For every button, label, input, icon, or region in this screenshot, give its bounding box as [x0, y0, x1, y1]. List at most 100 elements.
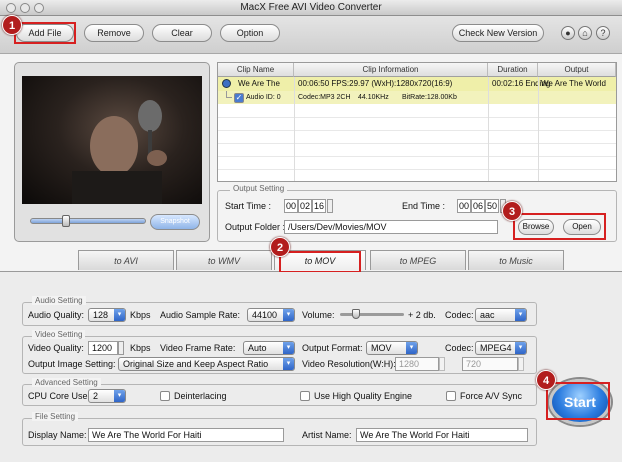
column-divider	[294, 77, 295, 181]
end-time-minutes[interactable]: 06	[471, 199, 485, 213]
help-icon[interactable]: ?	[596, 26, 610, 40]
display-name-field[interactable]: We Are The World For Haiti	[88, 428, 284, 442]
tree-line-icon	[226, 91, 232, 98]
minimize-window-button[interactable]	[20, 3, 30, 13]
file-setting-legend: File Setting	[32, 412, 79, 421]
video-frame-rate-label: Video Frame Rate:	[160, 343, 236, 353]
column-divider	[538, 77, 539, 181]
resolution-width-field[interactable]: 1280	[395, 357, 439, 371]
tab-to-music[interactable]: to Music	[468, 250, 564, 270]
audio-sample-rate-select[interactable]: 44100 ▾	[247, 308, 295, 322]
preview-seek-slider[interactable]	[30, 218, 146, 224]
column-header-clip-information[interactable]: Clip Information	[294, 63, 488, 77]
advanced-setting-legend: Advanced Setting	[32, 378, 101, 387]
audio-rate: 44.10KHz	[358, 94, 389, 101]
clear-button[interactable]: Clear	[152, 24, 212, 42]
performer-image	[72, 100, 167, 211]
output-folder-label: Output Folder :	[225, 222, 286, 232]
volume-value: + 2 db.	[408, 310, 436, 320]
force-av-sync-label: Force A/V Sync	[460, 391, 523, 401]
audio-quality-value: 128	[93, 310, 109, 320]
step-badge-3: 3	[502, 201, 522, 221]
resolution-height-field[interactable]: 720	[462, 357, 518, 371]
highlight-box-browse-open	[513, 213, 606, 240]
video-codec-label: Codec:	[445, 343, 474, 353]
video-quality-field[interactable]: 1200	[88, 341, 118, 355]
column-header-clip-name[interactable]: Clip Name	[218, 63, 294, 77]
audio-codec-label: Codec:	[445, 310, 474, 320]
video-resolution-label: Video Resolution(W:H):	[302, 359, 396, 369]
video-preview	[22, 76, 202, 211]
tab-to-mpeg[interactable]: to MPEG	[370, 250, 466, 270]
audio-codec-select[interactable]: aac ▾	[475, 308, 527, 322]
high-quality-engine-checkbox[interactable]	[300, 391, 310, 401]
column-header-duration[interactable]: Duration	[488, 63, 538, 77]
home-icon[interactable]: ⌂	[578, 26, 592, 40]
cpu-core-use-label: CPU Core Use:	[28, 391, 91, 401]
video-quality-label: Video Quality:	[28, 343, 84, 353]
video-codec-select[interactable]: MPEG4 ▾	[475, 341, 527, 355]
window-title: MacX Free AVI Video Converter	[240, 2, 382, 13]
display-name-label: Display Name:	[28, 430, 87, 440]
chevron-down-icon: ▾	[515, 309, 526, 321]
table-row[interactable]: We Are The 00:06:50 FPS:29.97 (WxH):1280…	[218, 77, 616, 91]
zoom-window-button[interactable]	[34, 3, 44, 13]
column-header-output[interactable]: Output	[538, 63, 616, 77]
output-folder-field[interactable]: /Users/Dev/Movies/MOV	[284, 220, 498, 234]
video-frame-rate-select[interactable]: Auto ▾	[243, 341, 295, 355]
audio-bitrate: BitRate:128.00Kb	[402, 94, 457, 101]
output-image-setting-value: Original Size and Keep Aspect Ratio	[123, 359, 269, 369]
audio-setting-legend: Audio Setting	[32, 296, 86, 305]
step-badge-2: 2	[270, 237, 290, 257]
end-time-hours[interactable]: 00	[457, 199, 471, 213]
audio-kbps-label: Kbps	[130, 310, 151, 320]
remove-button[interactable]: Remove	[84, 24, 144, 42]
audio-quality-label: Audio Quality:	[28, 310, 85, 320]
tab-to-avi[interactable]: to AVI	[78, 250, 174, 270]
chevron-down-icon: ▾	[283, 342, 294, 354]
start-time-seconds[interactable]: 16	[312, 199, 326, 213]
audio-checkbox[interactable]: ✓	[234, 93, 244, 103]
video-setting-legend: Video Setting	[32, 330, 86, 339]
deinterlacing-checkbox[interactable]	[160, 391, 170, 401]
output-format-select[interactable]: MOV ▾	[366, 341, 418, 355]
end-time-seconds[interactable]: 50	[485, 199, 499, 213]
empty-row	[218, 157, 616, 170]
highlight-box-add-file	[14, 22, 76, 44]
audio-quality-select[interactable]: 128 ▾	[88, 308, 126, 322]
clip-info: 00:06:50 FPS:29.97 (WxH):1280x720(16:9)	[298, 79, 453, 88]
preview-seek-knob[interactable]	[62, 215, 70, 227]
start-time-minutes[interactable]: 02	[298, 199, 312, 213]
check-new-version-button[interactable]: Check New Version	[452, 24, 544, 42]
lock-icon[interactable]: ●	[561, 26, 575, 40]
snapshot-button[interactable]: Snapshot	[150, 214, 200, 230]
output-image-setting-select[interactable]: Original Size and Keep Aspect Ratio ▾	[118, 357, 295, 371]
chevron-down-icon: ▾	[283, 358, 294, 370]
resolution-width-stepper[interactable]	[439, 357, 445, 371]
audio-sample-rate-value: 44100	[252, 310, 278, 320]
video-quality-stepper[interactable]	[118, 341, 124, 355]
cpu-core-use-value: 2	[93, 391, 99, 401]
artist-name-field[interactable]: We Are The World For Haiti	[356, 428, 528, 442]
cpu-core-use-select[interactable]: 2 ▾	[88, 389, 126, 403]
table-row[interactable]: ✓ Audio ID: 0 Codec:MP3 2CH 44.10KHz Bit…	[218, 91, 616, 104]
tab-to-wmv[interactable]: to WMV	[176, 250, 272, 270]
chevron-down-icon: ▾	[406, 342, 417, 354]
window-titlebar: MacX Free AVI Video Converter	[0, 0, 622, 16]
chevron-down-icon: ▾	[114, 309, 125, 321]
volume-slider-knob[interactable]	[352, 309, 360, 319]
resolution-height-stepper[interactable]	[518, 357, 524, 371]
start-time-stepper[interactable]	[327, 199, 333, 213]
audio-sample-rate-label: Audio Sample Rate:	[160, 310, 241, 320]
close-window-button[interactable]	[6, 3, 16, 13]
option-button[interactable]: Option	[220, 24, 280, 42]
clip-table: Clip Name Clip Information Duration Outp…	[217, 62, 617, 182]
empty-row	[218, 118, 616, 131]
force-av-sync-checkbox[interactable]	[446, 391, 456, 401]
highlight-box-to-mov	[279, 251, 361, 273]
collapse-icon[interactable]	[222, 79, 231, 88]
volume-slider[interactable]	[340, 313, 404, 316]
start-time-hours[interactable]: 00	[284, 199, 298, 213]
video-frame-rate-value: Auto	[248, 343, 267, 353]
chevron-down-icon: ▾	[114, 390, 125, 402]
